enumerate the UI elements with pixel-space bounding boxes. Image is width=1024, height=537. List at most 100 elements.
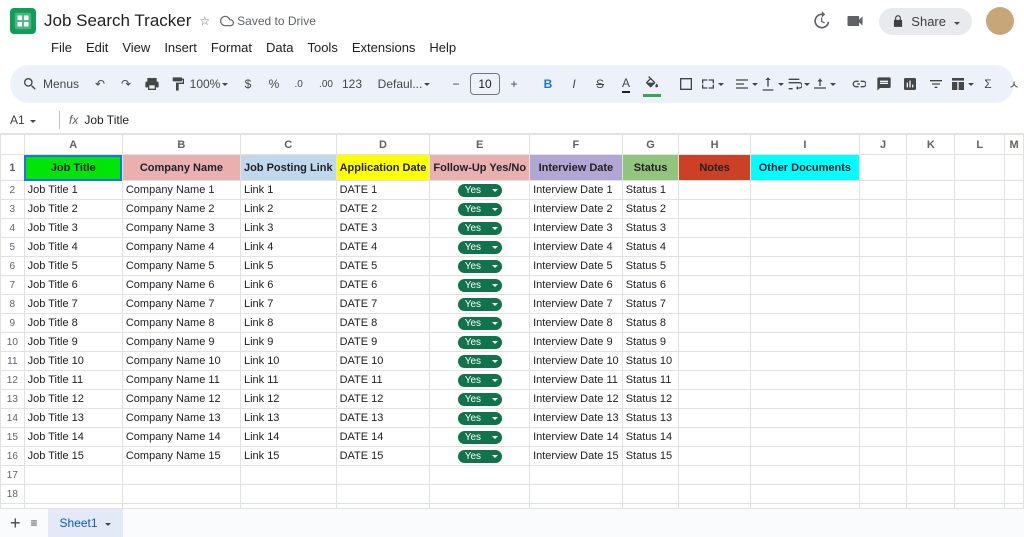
dropdown-chip[interactable]: Yes: [458, 374, 502, 387]
cell[interactable]: [750, 390, 859, 409]
cell[interactable]: Link 1: [240, 181, 336, 200]
cell[interactable]: Yes: [430, 276, 530, 295]
cell[interactable]: [1005, 155, 1024, 181]
cell[interactable]: Company Name 2: [122, 200, 240, 219]
cell[interactable]: Yes: [430, 238, 530, 257]
cell[interactable]: [1005, 238, 1024, 257]
cell[interactable]: [622, 466, 679, 485]
cell[interactable]: Link 8: [240, 314, 336, 333]
row-header[interactable]: 13: [1, 390, 25, 409]
cell[interactable]: [240, 466, 336, 485]
cell[interactable]: [750, 276, 859, 295]
cell[interactable]: [1005, 295, 1024, 314]
name-box[interactable]: A1: [10, 113, 50, 127]
cell[interactable]: Interview Date 9: [530, 333, 623, 352]
italic-icon[interactable]: I: [562, 72, 586, 96]
cell[interactable]: [679, 219, 751, 238]
cell[interactable]: [750, 314, 859, 333]
cell[interactable]: Company Name 7: [122, 295, 240, 314]
cell[interactable]: Job Title 3: [24, 219, 122, 238]
dropdown-chip[interactable]: Yes: [458, 279, 502, 292]
row-header[interactable]: 18: [1, 485, 25, 504]
cell[interactable]: [430, 485, 530, 504]
cell[interactable]: Status 2: [622, 200, 679, 219]
cell[interactable]: [679, 333, 751, 352]
cell[interactable]: [907, 371, 955, 390]
col-header-E[interactable]: E: [430, 135, 530, 155]
cell[interactable]: [859, 219, 906, 238]
cell[interactable]: [679, 257, 751, 276]
cell[interactable]: [859, 428, 906, 447]
cell[interactable]: DATE 1: [336, 181, 430, 200]
cell[interactable]: Yes: [430, 257, 530, 276]
row-header[interactable]: 6: [1, 257, 25, 276]
col-header-L[interactable]: L: [955, 135, 1005, 155]
cell[interactable]: [750, 257, 859, 276]
cell[interactable]: Job Title 11: [24, 371, 122, 390]
cell[interactable]: Yes: [430, 447, 530, 466]
dropdown-chip[interactable]: Yes: [458, 450, 502, 463]
cell[interactable]: [1005, 257, 1024, 276]
cell[interactable]: [530, 485, 623, 504]
cell[interactable]: [622, 485, 679, 504]
row-header[interactable]: 8: [1, 295, 25, 314]
cell[interactable]: [859, 200, 906, 219]
cell[interactable]: [907, 295, 955, 314]
cell[interactable]: Link 14: [240, 428, 336, 447]
cell[interactable]: Status 15: [622, 447, 679, 466]
cell[interactable]: [679, 428, 751, 447]
cell[interactable]: [955, 485, 1005, 504]
cell[interactable]: [907, 390, 955, 409]
cell[interactable]: Follow-Up Yes/No: [430, 155, 530, 181]
row-header[interactable]: 11: [1, 352, 25, 371]
cell[interactable]: [907, 485, 955, 504]
menu-extensions[interactable]: Extensions: [345, 36, 423, 59]
more-formats-icon[interactable]: 123: [340, 72, 364, 96]
all-sheets-icon[interactable]: ≡: [31, 516, 38, 530]
cell[interactable]: DATE 10: [336, 352, 430, 371]
cell[interactable]: [24, 485, 122, 504]
decrease-decimal-icon[interactable]: .0: [288, 72, 312, 96]
dropdown-chip[interactable]: Yes: [458, 393, 502, 406]
cell[interactable]: [907, 276, 955, 295]
row-header[interactable]: 16: [1, 447, 25, 466]
col-header-G[interactable]: G: [622, 135, 679, 155]
cell[interactable]: [859, 333, 906, 352]
cell[interactable]: [750, 485, 859, 504]
cell[interactable]: Yes: [430, 181, 530, 200]
cell[interactable]: DATE 7: [336, 295, 430, 314]
cell[interactable]: [336, 466, 430, 485]
merge-icon[interactable]: [700, 72, 724, 96]
row-header[interactable]: 5: [1, 238, 25, 257]
cell[interactable]: [955, 333, 1005, 352]
increase-font-icon[interactable]: +: [502, 72, 526, 96]
cell[interactable]: [1005, 181, 1024, 200]
avatar[interactable]: [986, 7, 1014, 35]
cell[interactable]: DATE 11: [336, 371, 430, 390]
cell[interactable]: Yes: [430, 352, 530, 371]
col-header-J[interactable]: J: [859, 135, 906, 155]
functions-icon[interactable]: Σ: [976, 72, 1000, 96]
cell[interactable]: Status 12: [622, 390, 679, 409]
cell[interactable]: Status 6: [622, 276, 679, 295]
dropdown-chip[interactable]: Yes: [458, 431, 502, 444]
cell[interactable]: Interview Date 14: [530, 428, 623, 447]
cell[interactable]: Link 12: [240, 390, 336, 409]
dropdown-chip[interactable]: Yes: [458, 336, 502, 349]
search-menus[interactable]: [18, 72, 42, 96]
redo-icon[interactable]: ↷: [114, 72, 138, 96]
cell[interactable]: DATE 12: [336, 390, 430, 409]
cell[interactable]: [955, 219, 1005, 238]
col-header-C[interactable]: C: [240, 135, 336, 155]
cell[interactable]: [1005, 314, 1024, 333]
cell[interactable]: Link 6: [240, 276, 336, 295]
cell[interactable]: [907, 466, 955, 485]
cell[interactable]: [859, 276, 906, 295]
cell[interactable]: [1005, 447, 1024, 466]
cell[interactable]: Status 13: [622, 409, 679, 428]
rotate-icon[interactable]: [812, 72, 836, 96]
cell[interactable]: [907, 257, 955, 276]
fill-color-icon[interactable]: [640, 72, 664, 96]
cell[interactable]: Job Title 15: [24, 447, 122, 466]
cell[interactable]: [679, 466, 751, 485]
